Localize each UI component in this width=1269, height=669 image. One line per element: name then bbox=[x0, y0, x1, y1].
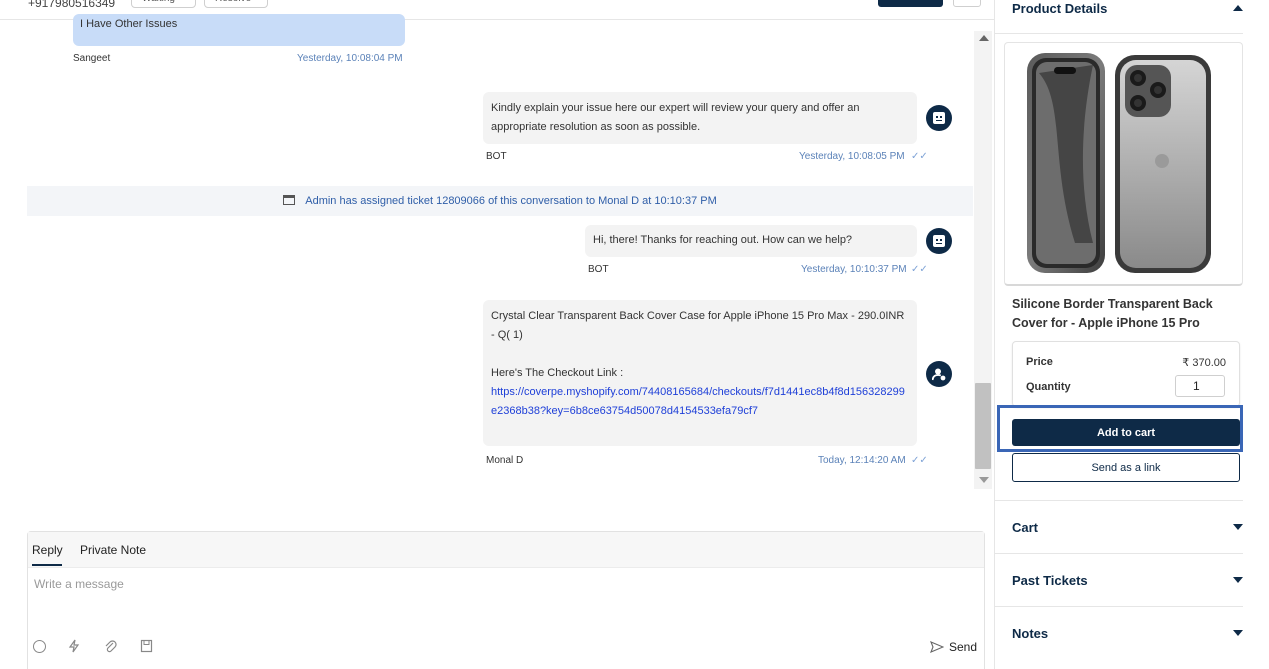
agent-message-author: Monal D bbox=[486, 455, 524, 466]
user-message-time: Yesterday, 10:08:04 PM bbox=[297, 53, 403, 64]
price-box: Price ₹ 370.00 Quantity 1 bbox=[1012, 341, 1240, 407]
bot-icon bbox=[933, 112, 945, 124]
scroll-down-icon[interactable] bbox=[979, 477, 989, 483]
tab-reply[interactable]: Reply bbox=[32, 543, 63, 566]
tab-private-note[interactable]: Private Note bbox=[80, 543, 146, 557]
send-button[interactable]: Send bbox=[930, 640, 977, 654]
read-receipt-icon: ✓✓ bbox=[911, 151, 928, 162]
agent-avatar bbox=[926, 361, 952, 387]
agent-message-product-line: Crystal Clear Transparent Back Cover Cas… bbox=[491, 310, 905, 341]
bot-avatar bbox=[926, 228, 952, 254]
expand-icon[interactable] bbox=[1233, 630, 1243, 636]
product-name: Silicone Border Transparent Back Cover f… bbox=[1012, 297, 1213, 330]
checkout-link[interactable]: https://coverpe.myshopify.com/7440816568… bbox=[491, 383, 909, 421]
read-receipt-icon: ✓✓ bbox=[911, 455, 928, 466]
archive-icon bbox=[283, 195, 296, 205]
waiting-button[interactable]: Waiting bbox=[131, 0, 196, 8]
send-icon bbox=[930, 641, 944, 653]
price-value: ₹ 370.00 bbox=[1182, 357, 1226, 369]
message-composer: Reply Private Note Write a message Send bbox=[27, 531, 985, 669]
product-image bbox=[1027, 53, 1211, 273]
expand-icon[interactable] bbox=[1233, 577, 1243, 583]
cart-section-title[interactable]: Cart bbox=[1012, 520, 1038, 535]
divider bbox=[995, 500, 1243, 501]
agent-message-bubble: Crystal Clear Transparent Back Cover Cas… bbox=[483, 300, 917, 446]
bot-message-bubble: Kindly explain your issue here our exper… bbox=[483, 92, 917, 144]
emoji-icon[interactable] bbox=[33, 640, 46, 653]
collapse-icon[interactable] bbox=[1233, 5, 1243, 11]
bot-message-bubble: Hi, there! Thanks for reaching out. How … bbox=[585, 225, 917, 257]
bot-message-author: BOT bbox=[588, 264, 609, 275]
message-input[interactable]: Write a message bbox=[34, 577, 124, 591]
agent-message-time: Today, 12:14:20 AM bbox=[818, 455, 906, 466]
price-label: Price bbox=[1026, 356, 1053, 368]
agent-icon bbox=[932, 368, 946, 381]
bot-icon bbox=[933, 235, 945, 247]
composer-tabs: Reply Private Note bbox=[28, 532, 984, 568]
user-message-bubble: I Have Other Issues bbox=[73, 14, 405, 46]
divider bbox=[995, 33, 1243, 34]
system-event-text: Admin has assigned ticket 12809066 of th… bbox=[305, 195, 717, 207]
agent-message-checkout-label: Here's The Checkout Link : bbox=[491, 367, 624, 379]
quantity-label: Quantity bbox=[1026, 381, 1071, 393]
header-primary-button[interactable] bbox=[878, 0, 943, 7]
bot-message-time: Yesterday, 10:10:37 PM bbox=[801, 264, 907, 275]
scrollbar-thumb[interactable] bbox=[975, 383, 991, 469]
template-icon[interactable] bbox=[140, 639, 153, 653]
user-message-author: Sangeet bbox=[73, 53, 111, 64]
lightning-icon[interactable] bbox=[68, 639, 80, 653]
bot-message-time: Yesterday, 10:08:05 PM bbox=[799, 151, 905, 162]
quantity-input[interactable]: 1 bbox=[1175, 375, 1225, 397]
resolve-button[interactable]: Resolve bbox=[204, 0, 268, 8]
header-more-button[interactable] bbox=[953, 0, 981, 7]
divider bbox=[995, 553, 1243, 554]
attachment-icon[interactable] bbox=[104, 639, 117, 653]
past-tickets-section-title[interactable]: Past Tickets bbox=[1012, 573, 1088, 588]
send-label: Send bbox=[949, 640, 978, 654]
product-image-card bbox=[1004, 42, 1243, 286]
add-to-cart-button[interactable]: Add to cart bbox=[1012, 419, 1240, 446]
bot-avatar bbox=[926, 105, 952, 131]
bot-message-author: BOT bbox=[486, 151, 507, 162]
divider bbox=[995, 606, 1243, 607]
system-event-row: Admin has assigned ticket 12809066 of th… bbox=[27, 186, 973, 216]
notes-section-title[interactable]: Notes bbox=[1012, 626, 1048, 641]
customer-phone: +917980516349 bbox=[28, 0, 116, 10]
product-details-title[interactable]: Product Details bbox=[1012, 1, 1107, 16]
app-root: +917980516349 Waiting Resolve I Have Oth… bbox=[0, 0, 1269, 669]
scroll-up-icon[interactable] bbox=[979, 35, 989, 41]
expand-icon[interactable] bbox=[1233, 524, 1243, 530]
send-as-link-button[interactable]: Send as a link bbox=[1012, 453, 1240, 482]
read-receipt-icon: ✓✓ bbox=[911, 264, 928, 275]
user-message-text: I Have Other Issues bbox=[80, 18, 178, 30]
right-panel: Product Details Silicone Border Transpar… bbox=[994, 0, 1269, 669]
